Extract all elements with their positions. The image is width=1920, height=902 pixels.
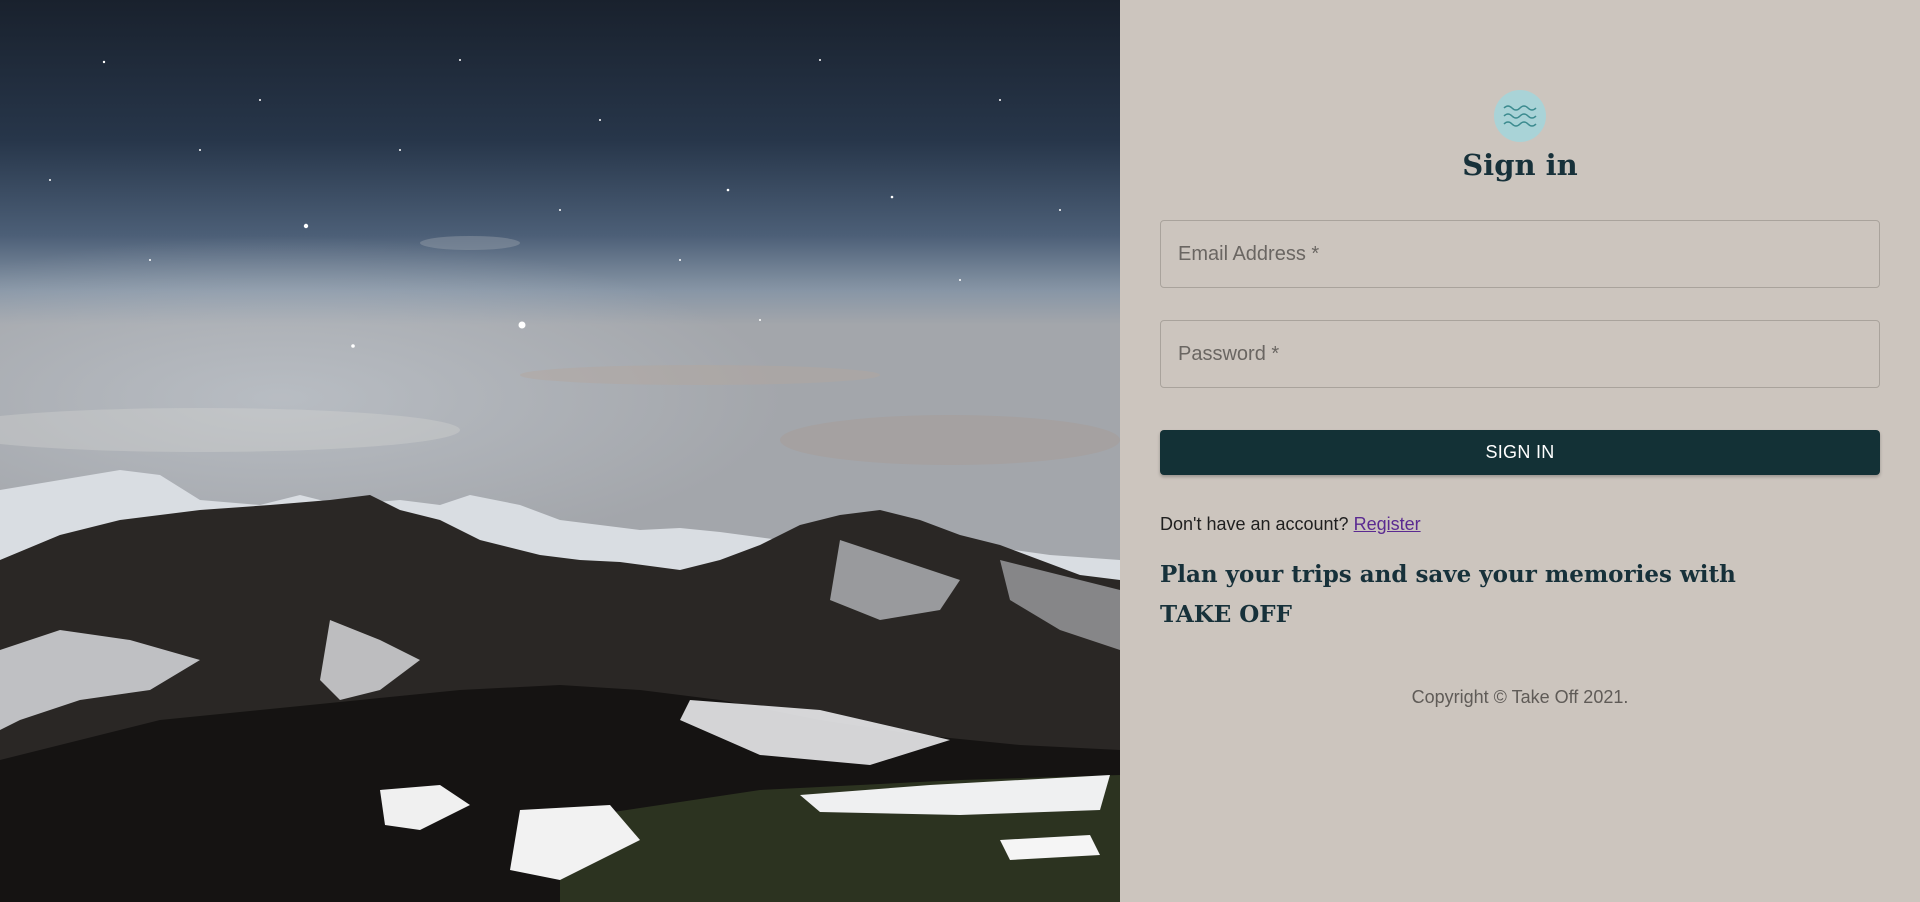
register-prompt-text: Don't have an account?	[1160, 514, 1354, 534]
sign-in-panel: Sign in SIGN IN Don't have an account? R…	[1120, 0, 1920, 902]
tagline-line-1: Plan your trips and save your memories w…	[1160, 561, 1736, 588]
tagline: Plan your trips and save your memories w…	[1160, 555, 1780, 635]
page-title: Sign in	[1462, 148, 1578, 182]
hero-image	[0, 0, 1120, 902]
email-field[interactable]	[1160, 220, 1880, 288]
register-prompt: Don't have an account? Register	[1160, 514, 1421, 535]
copyright-text: Copyright © Take Off 2021.	[1411, 687, 1629, 707]
sign-in-button[interactable]: SIGN IN	[1160, 430, 1880, 475]
mountain-landscape-illustration	[0, 0, 1120, 902]
register-link[interactable]: Register	[1354, 514, 1421, 534]
sign-in-page: Sign in SIGN IN Don't have an account? R…	[0, 0, 1920, 902]
password-field[interactable]	[1160, 320, 1880, 388]
tagline-line-2: TAKE OFF	[1160, 601, 1292, 628]
waves-icon	[1494, 90, 1546, 142]
